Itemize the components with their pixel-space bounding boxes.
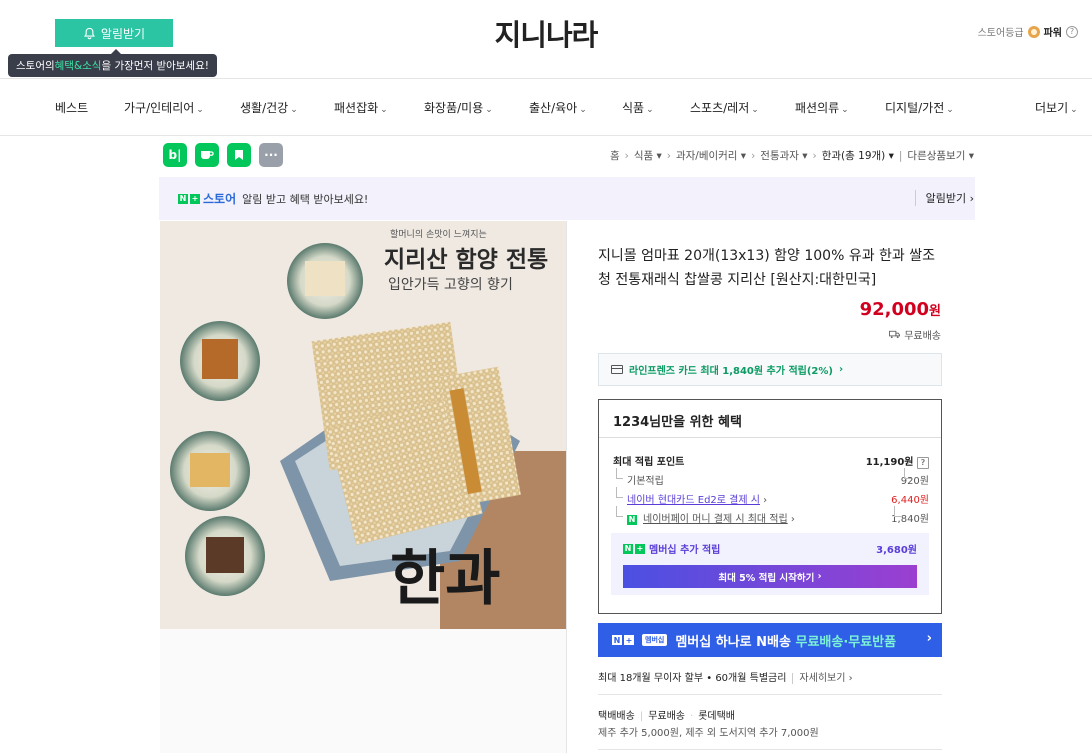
- chevron-down-icon: ⌄: [380, 105, 388, 115]
- breadcrumb: 홈 › 식품 ▾ › 과자/베이커리 ▾ › 전통과자 ▾ › 한과(총 19개) ▾ |…: [610, 148, 974, 163]
- notice-alarm-button[interactable]: 알림받기 ›: [914, 190, 974, 206]
- delivery-info: 택배배송 | 무료배송 · 롯데택배: [598, 711, 735, 722]
- card-icon: [611, 365, 623, 374]
- bookmark-icon: [235, 150, 243, 160]
- hangwa-photo: 할머니의 손맛이 느껴지는 지리산 함양 전통 입안가득 고향의 향기 한과: [160, 221, 566, 629]
- store-name[interactable]: 지니나라: [0, 12, 1092, 54]
- store-label: 스토어: [203, 192, 237, 206]
- caption-title: 지리산 함양 전통: [384, 247, 548, 273]
- membership-start-button[interactable]: 최대 5% 적립 시작하기 ›: [623, 565, 917, 588]
- help-icon[interactable]: ?: [1066, 25, 1078, 38]
- divider: [566, 221, 567, 753]
- nav-item-food[interactable]: 식품 ⌄: [622, 99, 654, 116]
- divider: [598, 694, 942, 695]
- nav-item-best[interactable]: 베스트: [55, 99, 88, 116]
- chevron-down-icon: ⌄: [841, 105, 849, 115]
- membership-panel: N + 멤버십 추가 적립 3,680원 최대 5% 적립 시작하기 ›: [611, 533, 929, 595]
- chevron-down-icon: ⌄: [1070, 105, 1078, 115]
- cafe-share-icon[interactable]: [195, 143, 219, 167]
- cup-icon: [201, 151, 214, 159]
- product-title: 지니몰 엄마표 20개(13x13) 함양 100% 유과 한과 쌀조청 전통재…: [598, 248, 936, 288]
- medal-icon: [1027, 25, 1040, 38]
- card-points-link[interactable]: 네이버 현대카드 Ed2로 결제 시: [627, 495, 760, 506]
- nav-item-sports[interactable]: 스포츠/레저 ⌄: [690, 99, 759, 116]
- alarm-tooltip: 스토어의 혜택&소식 을 가장먼저 받아보세요!: [8, 49, 217, 77]
- card-offer-text: 라인프렌즈 카드 최대 1,840원 추가 적립(2%): [629, 366, 833, 377]
- separator-icon: |: [898, 149, 903, 162]
- benefit-box: 1234님만을 위한 혜택 최대 적립 포인트 11,190원 ? 기본적립 92…: [598, 399, 942, 614]
- bookmark-share-icon[interactable]: [227, 143, 251, 167]
- nav-item-living[interactable]: 생활/건강 ⌄: [240, 99, 298, 116]
- membership-banner[interactable]: N + 멤버십 멤버십 하나로 N배송 무료배송·무료반품 ›: [598, 623, 942, 657]
- separator-icon: ›: [666, 149, 671, 162]
- naver-plus-logo: N +: [623, 543, 645, 554]
- store-grade: 스토어등급 파워 ?: [978, 24, 1078, 39]
- separator-icon: ›: [751, 149, 756, 162]
- pay-points-link[interactable]: 네이버페이 머니 결제 시 최대 적립: [643, 514, 788, 525]
- breadcrumb-c3[interactable]: 전통과자 ▾: [760, 148, 807, 163]
- breadcrumb-home[interactable]: 홈: [610, 148, 620, 163]
- category-nav: 베스트 가구/인테리어 ⌄ 생활/건강 ⌄ 패션잡화 ⌄ 화장품/미용 ⌄ 출산/육아 ⌄…: [0, 79, 1092, 135]
- image-thumbnail-area: [160, 629, 566, 753]
- installment-info: 최대 18개월 무이자 할부 • 60개월 특별금리 자세히보기 ›: [598, 673, 853, 684]
- basic-points-row: 기본적립 920원: [613, 468, 929, 487]
- separator-icon: ›: [624, 149, 629, 162]
- store-grade-label: 스토어등급: [977, 28, 1024, 39]
- membership-value: 3,680원: [876, 545, 917, 556]
- chevron-down-icon: ⌄: [751, 105, 759, 115]
- chevron-down-icon: ⌄: [196, 105, 204, 115]
- product-image[interactable]: 할머니의 손맛이 느껴지는 지리산 함양 전통 입안가득 고향의 향기 한과: [160, 221, 566, 629]
- nav-item-baby[interactable]: 출산/육아 ⌄: [529, 99, 587, 116]
- chevron-down-icon: ⌄: [946, 105, 954, 115]
- divider: [599, 437, 941, 438]
- membership-tag: 멤버십: [642, 634, 668, 646]
- delivery-extra-fee: 제주 추가 5,000원, 제주 외 도서지역 추가 7,000원: [598, 728, 819, 739]
- truck-icon: [889, 330, 901, 339]
- divider: [0, 135, 1092, 136]
- card-offer-box[interactable]: 라인프렌즈 카드 최대 1,840원 추가 적립(2%) ›: [598, 353, 942, 386]
- calligraphy-text: 한과: [390, 544, 500, 614]
- naver-plus-logo: N +: [178, 193, 200, 204]
- chevron-down-icon: ⌄: [646, 105, 654, 115]
- caption-small: 할머니의 손맛이 느껴지는: [390, 229, 487, 240]
- chevron-right-icon: ›: [926, 631, 932, 646]
- product-price: 92,000원: [859, 299, 941, 320]
- tooltip-prefix: 스토어의: [16, 60, 55, 72]
- nav-item-beauty[interactable]: 화장품/미용 ⌄: [424, 99, 493, 116]
- nav-item-more[interactable]: 더보기 ⌄: [1035, 99, 1078, 116]
- chevron-down-icon: ⌄: [579, 105, 587, 115]
- naver-plus-logo: N +: [612, 635, 634, 645]
- separator-icon: ›: [812, 149, 817, 162]
- chevron-down-icon: ⌄: [485, 105, 493, 115]
- details-link[interactable]: 자세히보기 ›: [792, 673, 853, 684]
- shipping-info: 무료배송: [889, 327, 941, 342]
- nav-item-fashion-goods[interactable]: 패션잡화 ⌄: [334, 99, 388, 116]
- card-points-row[interactable]: 네이버 현대카드 Ed2로 결제 시 › 6,440원: [613, 487, 929, 506]
- benefit-title: 1234님만을 위한 혜택: [613, 415, 742, 430]
- breadcrumb-c1[interactable]: 식품 ▾: [634, 148, 662, 163]
- store-notice-bar: N + 스토어 알림 받고 혜택 받아보세요!: [159, 177, 975, 220]
- nav-item-furniture[interactable]: 가구/인테리어 ⌄: [124, 99, 204, 116]
- store-grade-value: 파워: [1043, 28, 1062, 39]
- more-share-icon[interactable]: ···: [259, 143, 283, 167]
- breadcrumb-current[interactable]: 한과(총 19개) ▾: [822, 148, 894, 163]
- notice-message: 알림 받고 혜택 받아보세요!: [242, 192, 369, 206]
- nav-item-fashion-clothes[interactable]: 패션의류 ⌄: [795, 99, 849, 116]
- nav-item-digital[interactable]: 디지털/가전 ⌄: [885, 99, 954, 116]
- tooltip-suffix: 을 가장먼저 받아보세요!: [101, 60, 209, 72]
- max-points-row: 최대 적립 포인트 11,190원 ?: [613, 453, 929, 469]
- help-icon[interactable]: ?: [917, 457, 929, 469]
- banner-text: 멤버십 하나로 N배송 무료배송·무료반품: [675, 634, 897, 650]
- blog-share-icon[interactable]: b|: [163, 143, 187, 167]
- pay-points-row[interactable]: N 네이버페이 머니 결제 시 최대 적립 › 1,840원: [613, 506, 929, 525]
- chevron-down-icon: ⌄: [290, 105, 298, 115]
- tooltip-highlight: 혜택&소식: [54, 60, 102, 72]
- breadcrumb-others[interactable]: 다른상품보기 ▾: [907, 148, 974, 163]
- membership-label: 멤버십 추가 적립: [649, 545, 721, 556]
- npay-icon: N: [627, 514, 637, 525]
- divider: [598, 749, 942, 750]
- breadcrumb-c2[interactable]: 과자/베이커리 ▾: [676, 148, 746, 163]
- caption-sub: 입안가득 고향의 향기: [388, 277, 513, 293]
